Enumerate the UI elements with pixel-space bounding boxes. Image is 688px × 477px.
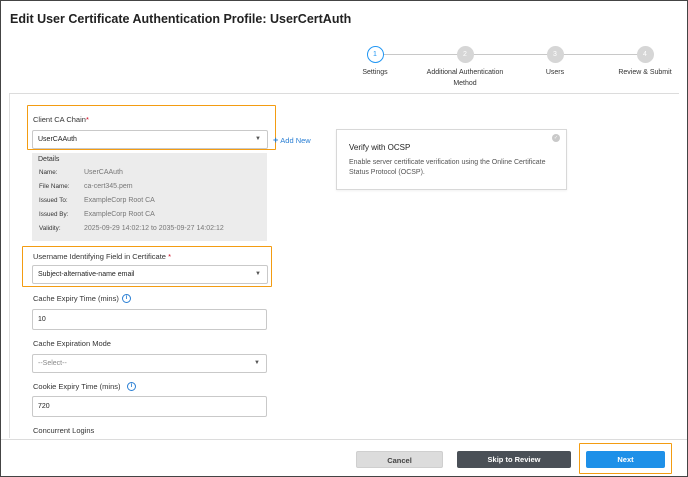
add-new-link[interactable]: + Add New — [273, 135, 311, 145]
step-2-circle: 2 — [456, 46, 474, 63]
client-ca-highlight — [27, 105, 276, 150]
header-divider — [9, 93, 679, 94]
username-field-highlight — [22, 246, 272, 287]
cancel-button[interactable]: Cancel — [356, 451, 443, 468]
checkmark-icon[interactable]: ✓ — [552, 134, 560, 142]
cookie-expiry-input[interactable]: 720 — [32, 396, 267, 417]
plus-icon: + — [273, 135, 279, 145]
info-icon[interactable]: i — [122, 294, 131, 303]
details-panel: Details Name: UserCAAuth File Name: ca-cer… — [32, 153, 267, 241]
cache-mode-value: --Select-- — [38, 360, 67, 367]
step-review-submit[interactable]: 4 Review & Submit — [585, 46, 688, 78]
cache-expiry-input[interactable]: 10 — [32, 309, 267, 330]
page-title: Edit User Certificate Authentication Pro… — [10, 12, 352, 26]
detail-row-validity: Validity: 2025-09-29 14:02:12 to 2035-09-… — [39, 225, 224, 232]
ocsp-description: Enable server certificate verification u… — [349, 159, 546, 176]
step-4-label: Review & Submit — [618, 69, 672, 76]
form-left-border — [9, 94, 10, 438]
cache-expiry-label: Cache Expiry Time (mins) — [33, 294, 119, 303]
chevron-down-icon: ▼ — [254, 360, 260, 366]
cache-mode-label: Cache Expiration Mode — [33, 339, 111, 348]
skip-to-review-button[interactable]: Skip to Review — [457, 451, 571, 468]
detail-row-file: File Name: ca-cert345.pem — [39, 183, 133, 190]
next-button-highlight — [579, 443, 672, 474]
cookie-expiry-label: Cookie Expiry Time (mins) — [33, 382, 121, 391]
detail-row-issued-by: Issued By: ExampleCorp Root CA — [39, 211, 155, 218]
footer-divider — [1, 439, 687, 440]
detail-row-name: Name: UserCAAuth — [39, 169, 123, 176]
step-4-circle: 4 — [636, 46, 654, 63]
details-title: Details — [38, 156, 60, 163]
info-icon[interactable]: i — [127, 382, 136, 391]
step-1-circle: 1 — [366, 46, 384, 63]
cache-mode-select[interactable]: --Select-- ▼ — [32, 354, 267, 373]
ocsp-card[interactable]: Verify with OCSP Enable server certifica… — [336, 129, 567, 190]
detail-row-issued-to: Issued To: ExampleCorp Root CA — [39, 197, 155, 204]
step-3-circle: 3 — [546, 46, 564, 63]
ocsp-title: Verify with OCSP — [349, 143, 411, 152]
concurrent-logins-label: Concurrent Logins — [33, 426, 95, 435]
